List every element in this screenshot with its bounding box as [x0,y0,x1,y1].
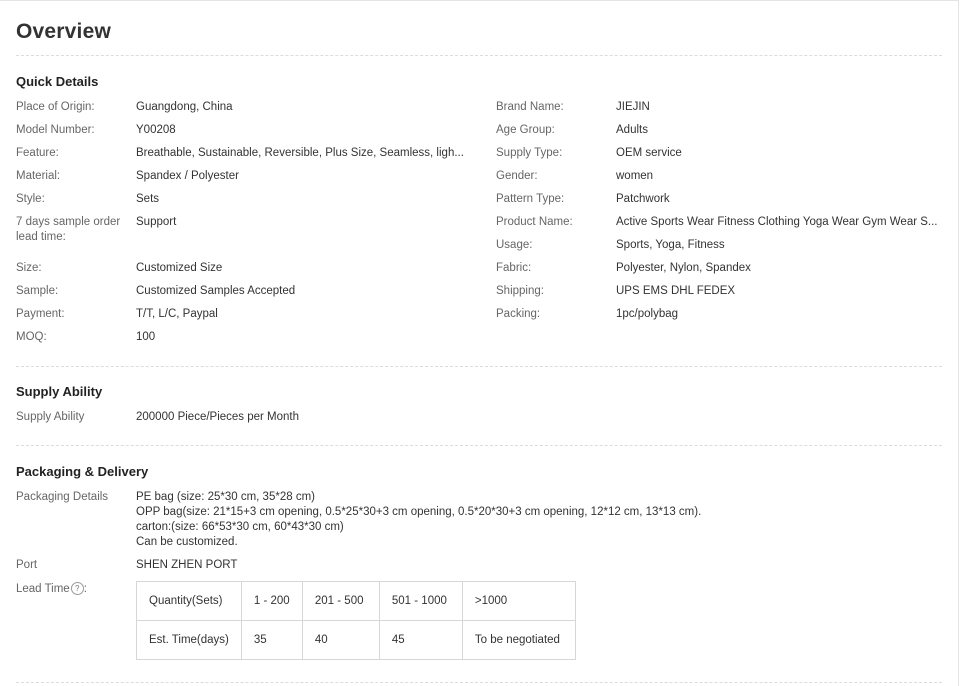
detail-label: Feature: [16,147,59,159]
page-title: Overview [16,20,111,43]
packaging-delivery-heading: Packaging & Delivery [16,464,149,479]
detail-value: women [616,170,654,182]
detail-label: 7 days sample order lead time: [16,216,121,243]
detail-value: Customized Samples Accepted [136,285,296,297]
table-row: Quantity(Sets) 1 - 200 201 - 500 501 - 1… [136,581,576,621]
detail-value: 1pc/polybag [616,308,679,320]
detail-label: Fabric: [496,262,532,274]
lead-time-table: Quantity(Sets) 1 - 200 201 - 500 501 - 1… [136,581,576,660]
detail-value: Breathable, Sustainable, Reversible, Plu… [136,147,464,159]
packaging-details-line: Can be customized. [136,536,238,548]
detail-value: OEM service [616,147,682,159]
divider [16,366,942,367]
detail-value: Spandex / Polyester [136,170,239,182]
quick-details-heading: Quick Details [16,74,99,89]
lead-time-label: Lead Time?: [16,582,87,597]
detail-value: T/T, L/C, Paypal [136,308,218,320]
detail-label: Sample: [16,285,59,297]
lead-time-label-text: Lead Time [16,583,70,595]
table-cell: >1000 [461,581,576,621]
table-cell: 1 - 200 [240,581,303,621]
supply-ability-heading: Supply Ability [16,384,103,399]
detail-value: Active Sports Wear Fitness Clothing Yoga… [616,216,938,228]
detail-label: Product Name: [496,216,573,228]
table-cell: To be negotiated [461,620,576,660]
table-row: Est. Time(days) 35 40 45 To be negotiate… [136,620,576,660]
detail-label: Shipping: [496,285,544,297]
table-cell: 45 [378,620,463,660]
table-cell: 35 [240,620,303,660]
detail-label: Usage: [496,239,533,251]
table-cell: 501 - 1000 [378,581,463,621]
supply-ability-label: Supply Ability [16,411,85,423]
detail-value: Support [136,216,177,228]
table-cell: 40 [301,620,380,660]
packaging-details-line: PE bag (size: 25*30 cm, 35*28 cm) [136,491,315,503]
table-cell: Quantity(Sets) [136,581,242,621]
detail-value: Sports, Yoga, Fitness [616,239,725,251]
detail-value: Patchwork [616,193,670,205]
divider [16,682,942,683]
detail-value: Guangdong, China [136,101,233,113]
lead-time-colon: : [83,583,87,595]
detail-label: Payment: [16,308,65,320]
port-label: Port [16,559,38,571]
detail-label: Size: [16,262,42,274]
supply-ability-value: 200000 Piece/Pieces per Month [136,411,300,423]
divider [16,55,942,56]
detail-value: Sets [136,193,160,205]
port-value: SHEN ZHEN PORT [136,559,238,571]
detail-value: Customized Size [136,262,223,274]
packaging-details-line: OPP bag(size: 21*15+3 cm opening, 0.5*25… [136,506,702,518]
detail-value: UPS EMS DHL FEDEX [616,285,736,297]
detail-label: MOQ: [16,331,47,343]
table-cell: 201 - 500 [301,581,380,621]
detail-label: Brand Name: [496,101,564,113]
detail-label: Age Group: [496,124,555,136]
detail-label: Material: [16,170,61,182]
detail-value: Polyester, Nylon, Spandex [616,262,751,274]
packaging-details-label: Packaging Details [16,491,109,503]
question-circle-icon[interactable]: ? [70,582,84,596]
packaging-details-line: carton:(size: 66*53*30 cm, 60*43*30 cm) [136,521,344,533]
detail-value: JIEJIN [616,101,650,113]
table-cell: Est. Time(days) [136,620,242,660]
detail-label: Supply Type: [496,147,563,159]
detail-value: 100 [136,331,156,343]
detail-label: Gender: [496,170,538,182]
detail-label: Place of Origin: [16,101,95,113]
detail-value: Adults [616,124,648,136]
detail-label: Style: [16,193,45,205]
detail-label: Model Number: [16,124,95,136]
detail-label: Packing: [496,308,541,320]
divider [16,445,942,446]
detail-label: Pattern Type: [496,193,565,205]
detail-value: Y00208 [136,124,176,136]
